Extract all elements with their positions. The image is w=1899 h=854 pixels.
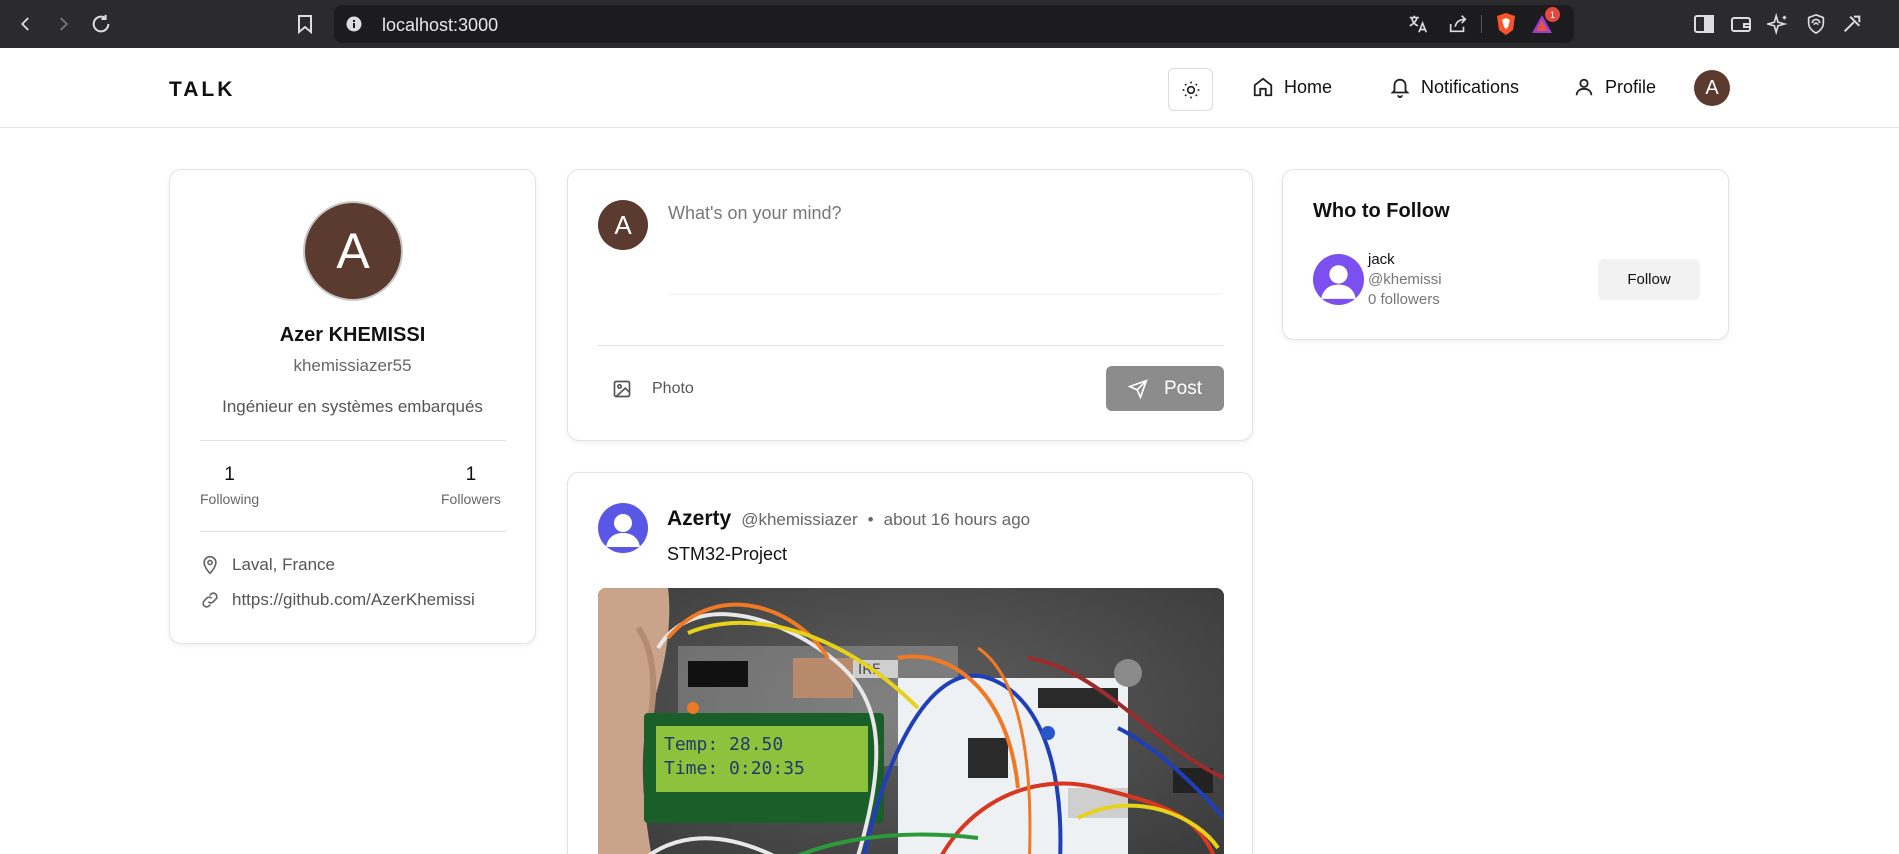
nav-profile[interactable]: Profile: [1573, 76, 1656, 98]
add-photo-button[interactable]: Photo: [612, 379, 694, 399]
extensions-icon[interactable]: [1838, 10, 1866, 38]
brave-rewards-icon[interactable]: 1: [1528, 7, 1560, 38]
nav-notifications[interactable]: Notifications: [1389, 76, 1519, 98]
profile-avatar[interactable]: A: [303, 201, 403, 301]
nav-home[interactable]: Home: [1252, 76, 1332, 98]
forward-icon[interactable]: [49, 10, 77, 38]
post-author-name[interactable]: Azerty: [667, 507, 731, 531]
suggested-user-handle: @khemissi: [1368, 271, 1442, 288]
profile-website[interactable]: https://github.com/AzerKhemissi: [200, 590, 475, 610]
sun-icon: [1182, 81, 1199, 98]
followers-stat[interactable]: 1 Followers: [441, 464, 501, 507]
share-icon[interactable]: [1444, 10, 1472, 38]
link-icon: [202, 592, 218, 608]
bookmark-icon[interactable]: [291, 10, 319, 38]
post-textarea-placeholder[interactable]: What's on your mind?: [668, 203, 842, 224]
back-icon[interactable]: [12, 10, 40, 38]
composer-divider: [598, 345, 1224, 346]
who-to-follow-title: Who to Follow: [1313, 200, 1450, 222]
post-card: Azerty @khemissiazer • about 16 hours ag…: [567, 472, 1253, 854]
rewards-badge: 1: [1545, 7, 1560, 22]
site-info-icon[interactable]: [346, 16, 362, 32]
following-stat[interactable]: 1 Following: [200, 464, 259, 507]
suggested-user-followers: 0 followers: [1368, 291, 1440, 308]
lcd-line-1: Temp: 28.50: [664, 734, 783, 755]
following-count: 1: [224, 464, 235, 485]
profile-card: A Azer KHEMISSI khemissiazer55 Ingénieur…: [169, 169, 536, 644]
nav-profile-label: Profile: [1605, 76, 1657, 97]
photo-label: Photo: [652, 380, 694, 397]
profile-divider: [200, 531, 506, 532]
map-pin-icon: [203, 555, 217, 575]
url-text[interactable]: localhost:3000: [382, 15, 498, 36]
user-icon: [1575, 78, 1593, 96]
send-icon: [1127, 378, 1148, 399]
meta-separator: •: [867, 510, 874, 529]
reload-icon[interactable]: [87, 10, 115, 38]
translate-icon[interactable]: [1404, 10, 1432, 38]
sidebar-icon[interactable]: [1690, 10, 1718, 38]
followers-count: 1: [465, 464, 477, 485]
post-author-handle[interactable]: @khemissiazer: [741, 510, 857, 530]
nav-home-label: Home: [1284, 76, 1333, 97]
post-image[interactable]: IRE Temp: 28.50 Time: 0:20:35: [598, 588, 1224, 854]
bell-icon: [1390, 78, 1410, 98]
toolbar-divider: [1481, 15, 1482, 33]
post-timestamp: about 16 hours ago: [883, 510, 1031, 529]
followers-label: Followers: [441, 491, 501, 507]
default-user-icon: [606, 514, 640, 547]
website-link[interactable]: https://github.com/AzerKhemissi: [232, 590, 475, 610]
brave-shields-icon[interactable]: [1492, 10, 1520, 38]
profile-location: Laval, France: [200, 555, 335, 575]
composer-avatar: A: [598, 200, 648, 250]
post-button-label: Post: [1163, 377, 1203, 399]
lcd-line-2: Time: 0:20:35: [664, 758, 805, 779]
leo-ai-icon[interactable]: [1764, 10, 1792, 38]
post-meta: Azerty @khemissiazer • about 16 hours ag…: [667, 507, 1030, 531]
profile-name: Azer KHEMISSI: [279, 324, 426, 346]
stm32-board-photo: IRE Temp: 28.50 Time: 0:20:35: [598, 588, 1224, 854]
wallet-icon[interactable]: [1727, 10, 1755, 38]
board-label: IRE: [858, 662, 881, 678]
nav-notifications-label: Notifications: [1421, 76, 1520, 97]
suggested-user-avatar[interactable]: [1313, 254, 1364, 305]
suggested-user-name[interactable]: jack: [1368, 251, 1395, 268]
who-to-follow-card: Who to Follow jack @khemissi 0 followers…: [1282, 169, 1729, 340]
header-avatar[interactable]: A: [1694, 70, 1730, 106]
post-content: STM32-Project: [667, 544, 788, 564]
browser-toolbar: localhost:3000 1: [0, 0, 1899, 48]
app-header: TALK Home Notifications Profile A: [0, 48, 1899, 128]
default-user-icon: [1321, 265, 1356, 299]
address-bar[interactable]: localhost:3000 1: [334, 5, 1574, 43]
home-icon: [1253, 77, 1273, 97]
location-text: Laval, France: [232, 555, 335, 574]
post-button[interactable]: Post: [1106, 366, 1224, 411]
follow-button[interactable]: Follow: [1598, 259, 1700, 300]
profile-bio: Ingénieur en systèmes embarqués: [222, 397, 483, 416]
image-icon: [613, 380, 631, 398]
post-composer: A What's on your mind? Photo Post: [567, 169, 1253, 441]
vpn-icon[interactable]: [1802, 10, 1830, 38]
following-label: Following: [200, 491, 260, 507]
app-logo[interactable]: TALK: [169, 78, 235, 102]
profile-username: khemissiazer55: [293, 356, 412, 375]
theme-toggle-button[interactable]: [1168, 68, 1213, 111]
post-author-avatar[interactable]: [598, 503, 648, 553]
profile-divider: [200, 440, 506, 441]
